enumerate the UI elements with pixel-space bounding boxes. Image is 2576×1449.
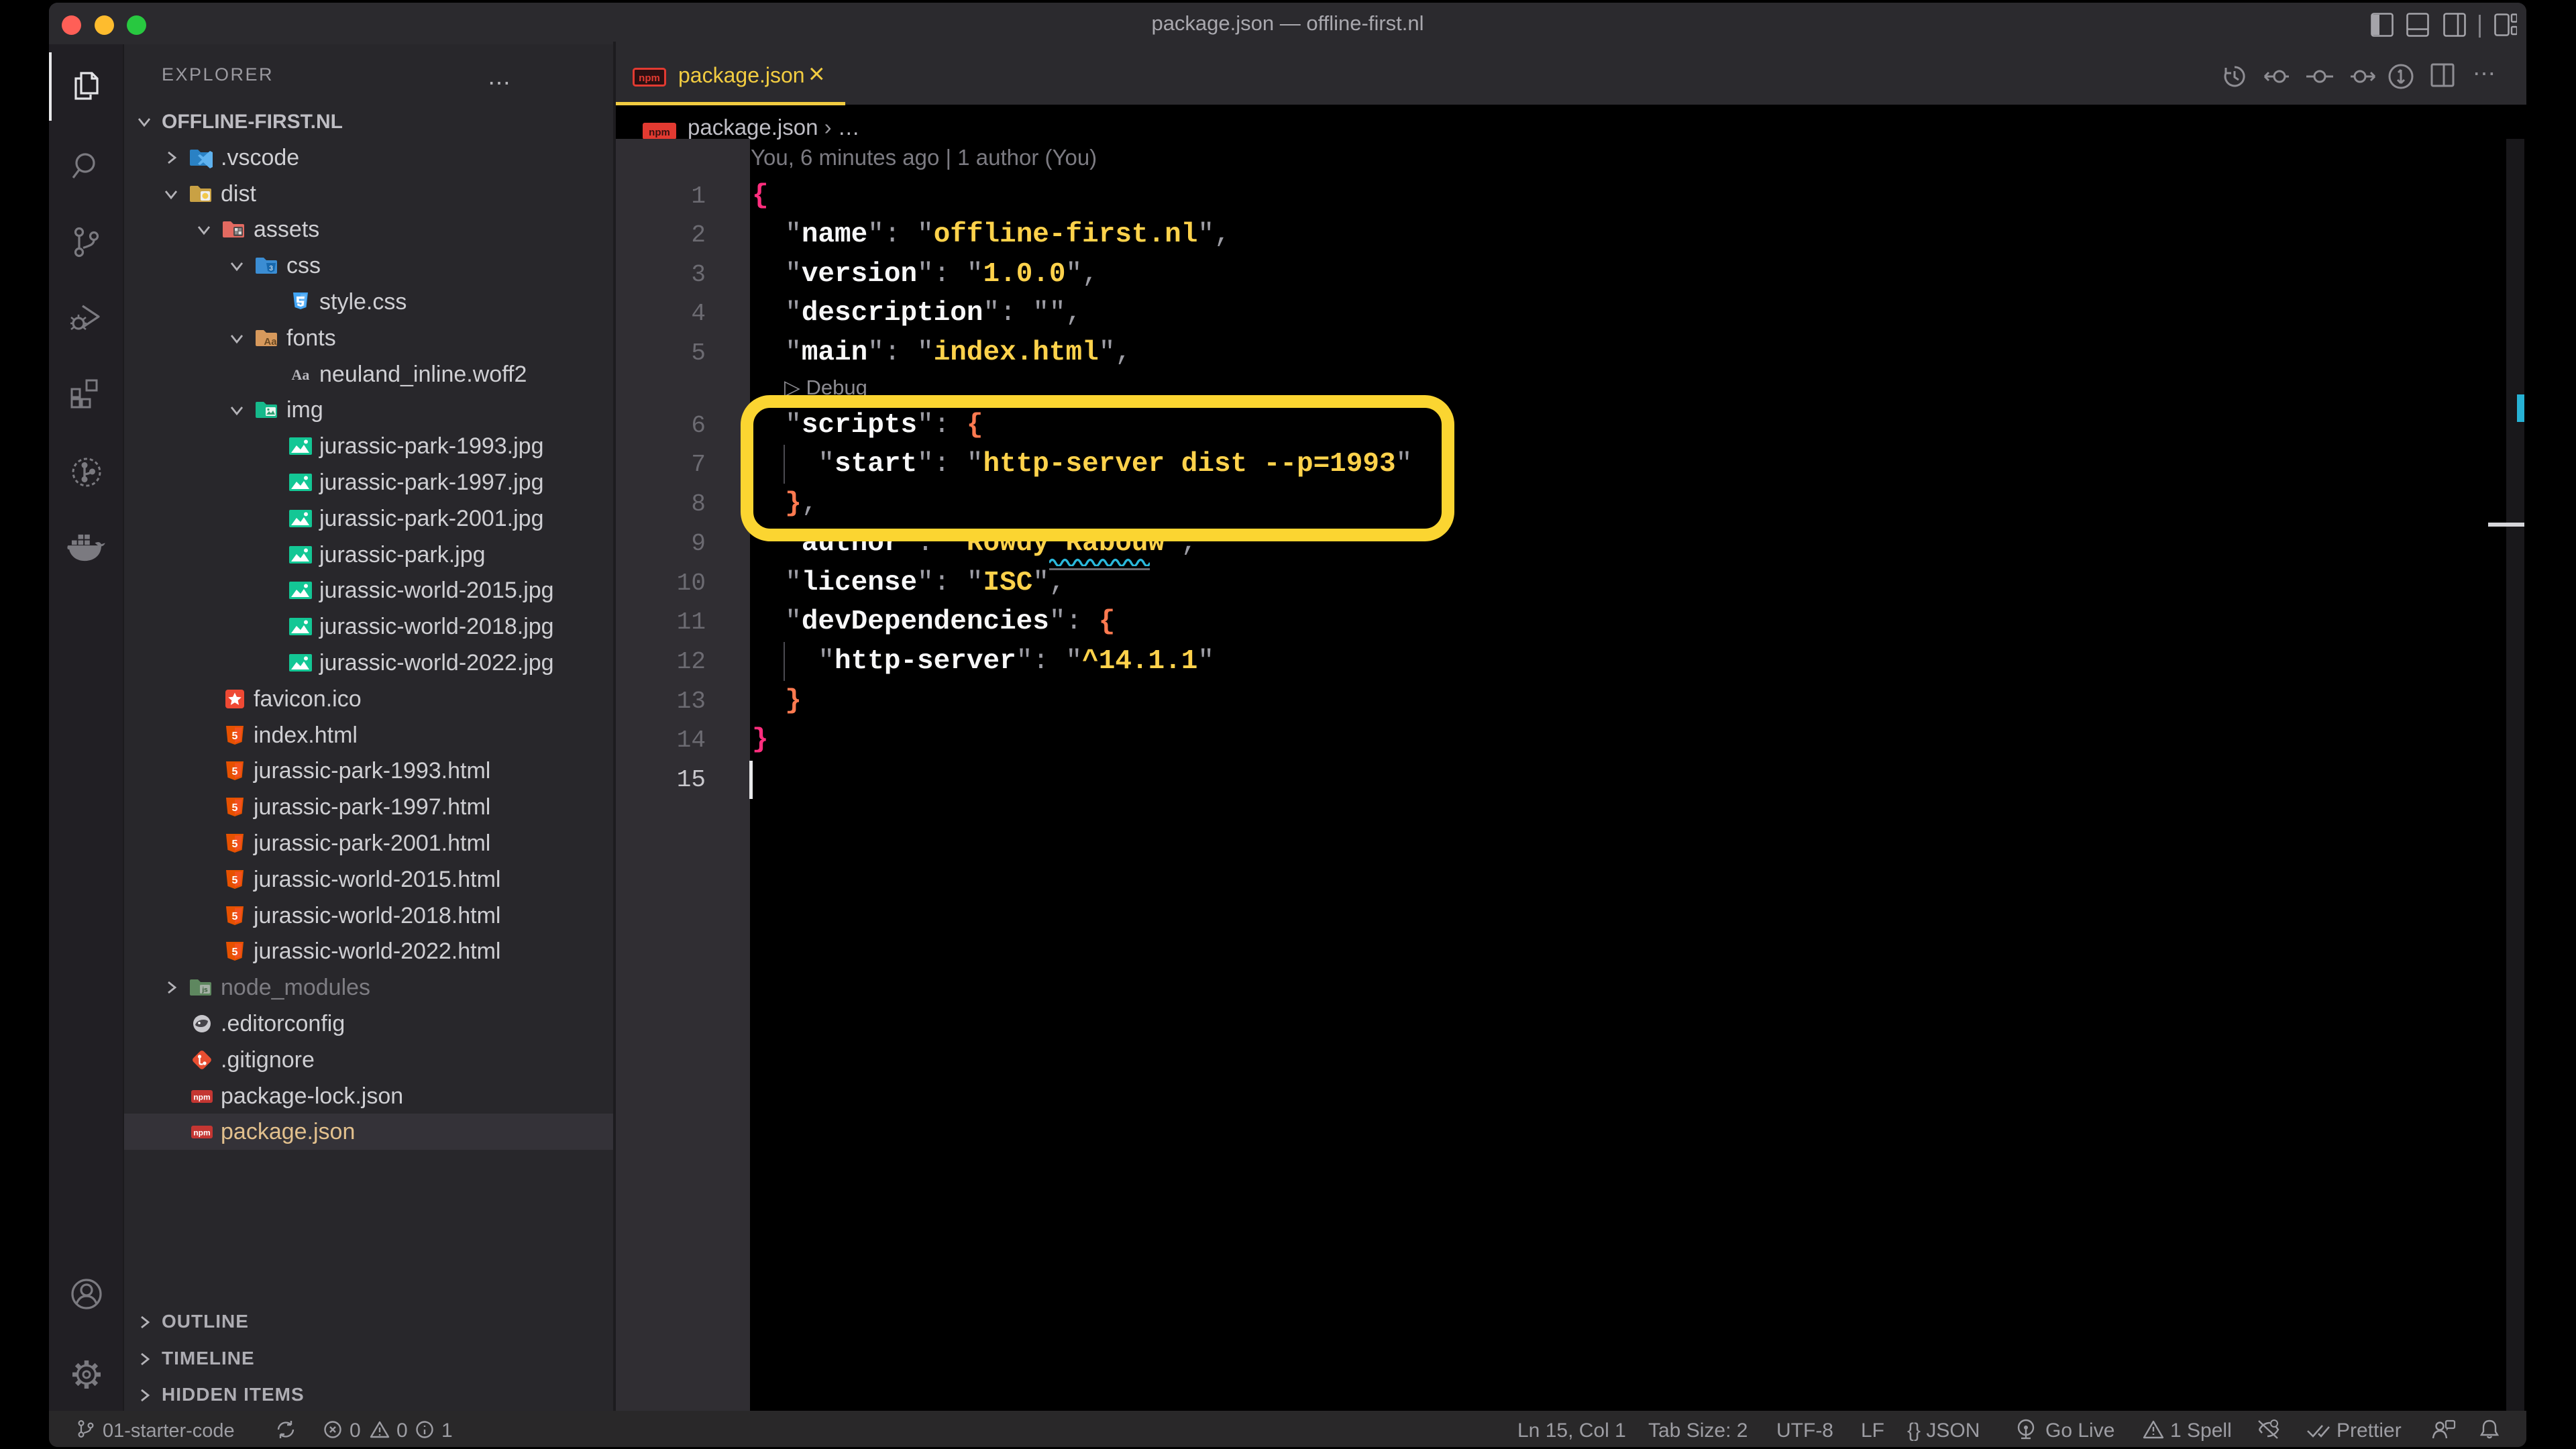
- svg-text:5: 5: [232, 731, 238, 742]
- svg-text:npm: npm: [649, 127, 670, 138]
- svg-text:Aa: Aa: [264, 336, 277, 347]
- svg-text:5: 5: [232, 875, 238, 886]
- svg-text:5: 5: [232, 802, 238, 814]
- svg-text:5: 5: [232, 839, 238, 850]
- svg-text:npm: npm: [639, 72, 660, 84]
- svg-text:5: 5: [232, 766, 238, 777]
- svg-text:js: js: [201, 987, 208, 994]
- svg-text:Aa: Aa: [292, 366, 310, 383]
- svg-text:5: 5: [232, 947, 238, 958]
- svg-text:3: 3: [269, 265, 273, 272]
- svg-text:npm: npm: [193, 1128, 210, 1138]
- svg-text:npm: npm: [193, 1092, 210, 1102]
- svg-text:5: 5: [232, 911, 238, 922]
